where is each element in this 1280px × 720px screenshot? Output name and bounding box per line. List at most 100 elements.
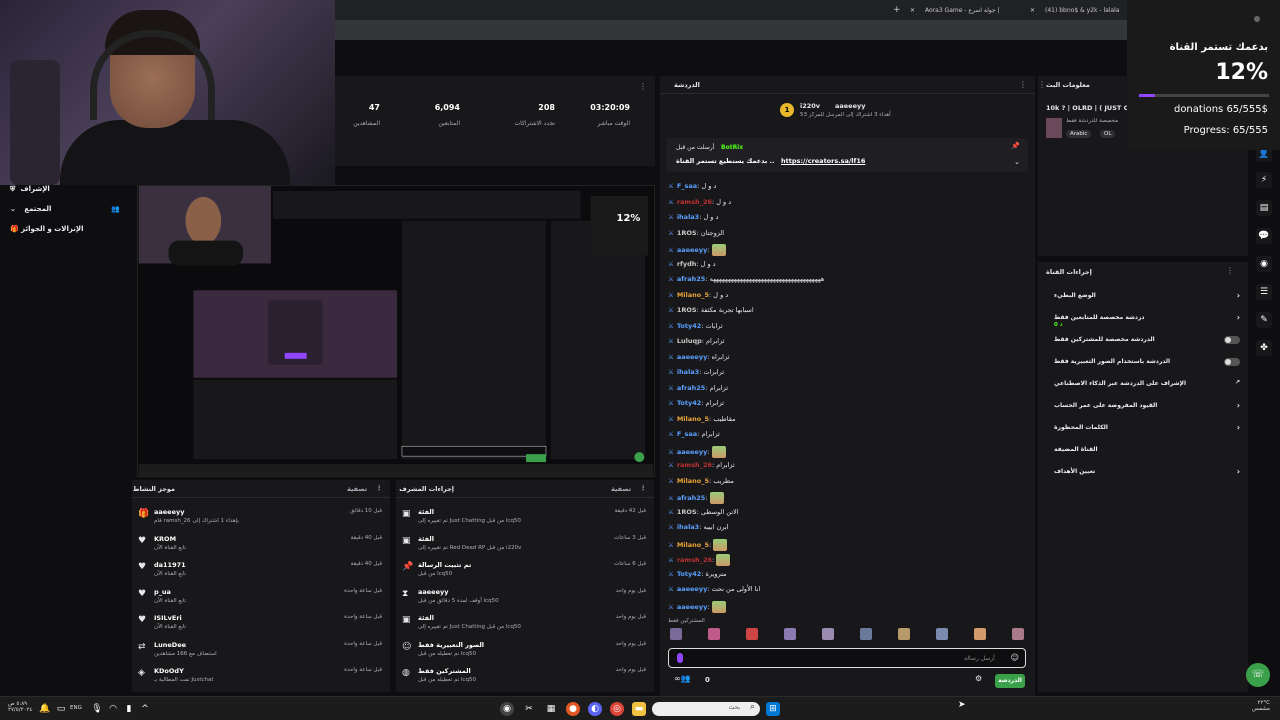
language-indicator[interactable]: ENG — [70, 705, 82, 711]
emote-icon[interactable] — [746, 628, 758, 640]
tag-chip[interactable]: OL — [1100, 130, 1116, 138]
puzzle-icon[interactable]: ✤ — [1256, 340, 1272, 356]
chat-message[interactable]: ⚔ 1ROS: الزوجتان — [668, 229, 724, 237]
chat-username[interactable]: afrah25 — [677, 494, 705, 502]
chat-username[interactable]: 1ROS — [677, 306, 697, 314]
chat-username[interactable]: F_saa — [677, 182, 697, 190]
more-icon[interactable]: ⋮ — [640, 484, 647, 492]
chevron-up-icon[interactable]: ^ — [138, 702, 152, 716]
chat-message[interactable]: ⚔ rfydh: د و ل — [668, 260, 716, 268]
list-item[interactable]: LuneDee استضاف مع 166 مشاهدين قبل ساعة واح… — [132, 637, 390, 664]
document-icon[interactable]: ▤ — [1256, 200, 1272, 216]
chat-message[interactable]: ⚔ F_saa: ثزابرام — [668, 430, 720, 438]
monitor-icon[interactable]: ▭ — [54, 702, 68, 716]
wifi-icon[interactable]: ◠ — [106, 702, 120, 716]
chat-send-button[interactable]: الدردشة — [995, 674, 1025, 688]
chat-username[interactable]: ramsh_26 — [677, 556, 712, 564]
chat-input[interactable]: أرسل رسالة ☺ — [668, 648, 1026, 668]
list-item[interactable]: aaeeeyy قام ramsh_26 بإهداء 1 اشتراك إلى ق… — [132, 504, 390, 531]
emote-icon[interactable] — [898, 628, 910, 640]
chat-username[interactable]: Toty42 — [677, 399, 701, 407]
list-item[interactable]: الصور التعبيرية فقط تم تعطيله من قبل lcq5… — [396, 637, 654, 664]
chat-username[interactable]: ihala3 — [677, 213, 699, 221]
chat-username[interactable]: ihala3 — [677, 523, 699, 531]
chat-message[interactable]: ⚔ Milano_5: د و ل — [668, 291, 728, 299]
toggle-switch[interactable] — [1224, 336, 1240, 344]
calculator-icon[interactable]: ▦ — [544, 702, 558, 716]
discord-icon[interactable]: ◐ — [588, 702, 602, 716]
chat-message[interactable]: ⚔ ramsh_26: د و ل — [668, 198, 731, 206]
chat-username[interactable]: ramsh_26 — [677, 461, 712, 469]
emote-icon[interactable] — [784, 628, 796, 640]
mic-icon[interactable]: 🎙 — [90, 702, 104, 716]
chat-username[interactable]: 1ROS — [677, 508, 697, 516]
chat-message[interactable]: ⚔ afrah25: هههههههههههههههههههههههههههههه… — [668, 275, 824, 283]
list-item[interactable]: da11971 تابع القناة الآن قبل 40 دقيقة ♥ — [132, 557, 390, 584]
more-icon[interactable]: ⋮ — [1226, 266, 1234, 275]
chat-username[interactable]: afrah25 — [677, 384, 705, 392]
chat-message[interactable]: ⚔ ihala3: د و ل — [668, 213, 718, 221]
pinned-message[interactable]: BotRix أرسلت من قبل بدعمك يستطيع تستمر ا… — [666, 138, 1028, 172]
help-chat-icon[interactable]: ☏ — [1246, 663, 1270, 687]
chrome-icon[interactable]: ◎ — [610, 702, 624, 716]
chat-message[interactable]: ⚔ aaeeeyy: — [668, 244, 726, 256]
toggle-switch[interactable] — [1224, 358, 1240, 366]
chat-message[interactable]: ⚔ afrah25: — [668, 492, 724, 504]
close-tab-icon[interactable]: ✕ — [910, 3, 920, 18]
chat-username[interactable]: Milano_5 — [677, 477, 709, 485]
folder-icon[interactable]: ▬ — [632, 702, 646, 716]
chat-message[interactable]: ⚔ ramsh_26: — [668, 554, 731, 566]
settings-icon[interactable]: ⚙ — [975, 674, 982, 683]
chat-message[interactable]: ⚔ Milano_5: — [668, 538, 728, 551]
list-icon[interactable]: ☰ — [1256, 284, 1272, 300]
chat-message[interactable]: ⚔ ramsh_26: ثزابرام — [668, 461, 735, 469]
list-item[interactable]: p_ua تابع القناة الآن قبل ساعة واحدة ♥ — [132, 584, 390, 611]
chat-username[interactable]: ramsh_26 — [677, 198, 712, 206]
emote-icon[interactable] — [670, 628, 682, 640]
list-item[interactable]: aaeeeyy أوقف لمدة 5 دقائق من قبل lcq50 قبل… — [396, 584, 654, 611]
sidebar-item-community[interactable]: ⌄ المجتمع 👥 — [10, 205, 120, 213]
chat-username[interactable]: aaeeeyy — [677, 246, 707, 254]
broadcast-icon[interactable]: ◉ — [1256, 256, 1272, 272]
list-item[interactable]: المشتركين فقط تم تعطيله من قبل lcq50 قبل ي… — [396, 663, 654, 690]
chat-message[interactable]: ⚔ Luluqp: ثزابرام — [668, 337, 724, 345]
pinned-link[interactable]: https://creators.sa/lf16 — [781, 157, 865, 165]
more-icon[interactable]: ⋮ — [376, 484, 383, 492]
chat-username[interactable]: Milano_5 — [677, 541, 709, 549]
chat-message[interactable]: ⚔ aaeeeyy: انا الأولى من نحت — [668, 585, 760, 593]
list-item[interactable]: KROM تابع القناة الآن قبل 40 دقيقة ♥ — [132, 531, 390, 558]
emoji-icon[interactable]: ☺ — [1011, 653, 1019, 662]
chevron-down-icon[interactable]: ⌄ — [1014, 158, 1020, 166]
tag-chip[interactable]: Arabic — [1066, 130, 1092, 138]
list-item[interactable]: الفئة تم تغييره إلى Just Chatting من قبل … — [396, 610, 654, 637]
chat-message[interactable]: ⚔ Toty42: مترويرة — [668, 570, 727, 578]
filter-button[interactable]: تصفية — [347, 485, 367, 493]
obs-icon[interactable]: ◉ — [500, 702, 514, 716]
list-item[interactable]: KDoOdY تمت المطالبة بـ Justchat قبل ساعة و… — [132, 663, 390, 690]
chat-message[interactable]: ⚔ Milano_5: مقاطيب — [668, 415, 736, 423]
emote-icon[interactable] — [708, 628, 720, 640]
chat-message[interactable]: ⚔ afrah25: ثزابرام — [668, 384, 728, 392]
chat-username[interactable]: rfydh — [677, 260, 697, 268]
sidebar-item-moderation[interactable]: ⛨ الإشراف — [10, 185, 50, 194]
lightning-icon[interactable]: ⚡ — [1256, 172, 1272, 188]
capcut-icon[interactable]: ✂ — [522, 702, 536, 716]
chat-message[interactable]: ⚔ Toty42: ثرابات — [668, 322, 723, 330]
chat-message[interactable]: ⚔ aaeeeyy: ثزابراه — [668, 353, 729, 361]
chat-message[interactable]: ⚔ aaeeeyy: — [668, 445, 726, 458]
mic-icon[interactable] — [677, 653, 683, 663]
filter-button[interactable]: تصفية — [611, 485, 631, 493]
tool-icon[interactable]: ✎ — [1256, 312, 1272, 328]
chat-message[interactable]: ⚔ 1ROS: اسبابها تجربة مكثفة — [668, 306, 754, 314]
chat-message[interactable]: ⚔ ihala3: ثرابرات — [668, 368, 724, 376]
chat-message[interactable]: ⚔ 1ROS: الاتن الوسطى — [668, 508, 739, 516]
list-item[interactable]: تم تثبيت الرسالة من قبل lcq50 قبل 6 ساعات 📌 — [396, 557, 654, 584]
clock[interactable]: ٥:٨٩ ص ٢٧/٥/٢٠٢٤ — [8, 701, 32, 713]
browser-tab[interactable]: (41) bbno$ & y2k - lalala — [1045, 3, 1135, 18]
firefox-icon[interactable]: ● — [566, 702, 580, 716]
battery-icon[interactable]: ▮ — [122, 702, 136, 716]
windows-start-icon[interactable]: ⊞ — [766, 702, 780, 716]
list-item[interactable]: ISILvEri تابع القناة الآن قبل ساعة واحدة ♥ — [132, 610, 390, 637]
chat-icon[interactable]: 💬 — [1256, 228, 1272, 244]
chat-message[interactable]: ⚔ aaeeeyy: — [668, 600, 726, 613]
